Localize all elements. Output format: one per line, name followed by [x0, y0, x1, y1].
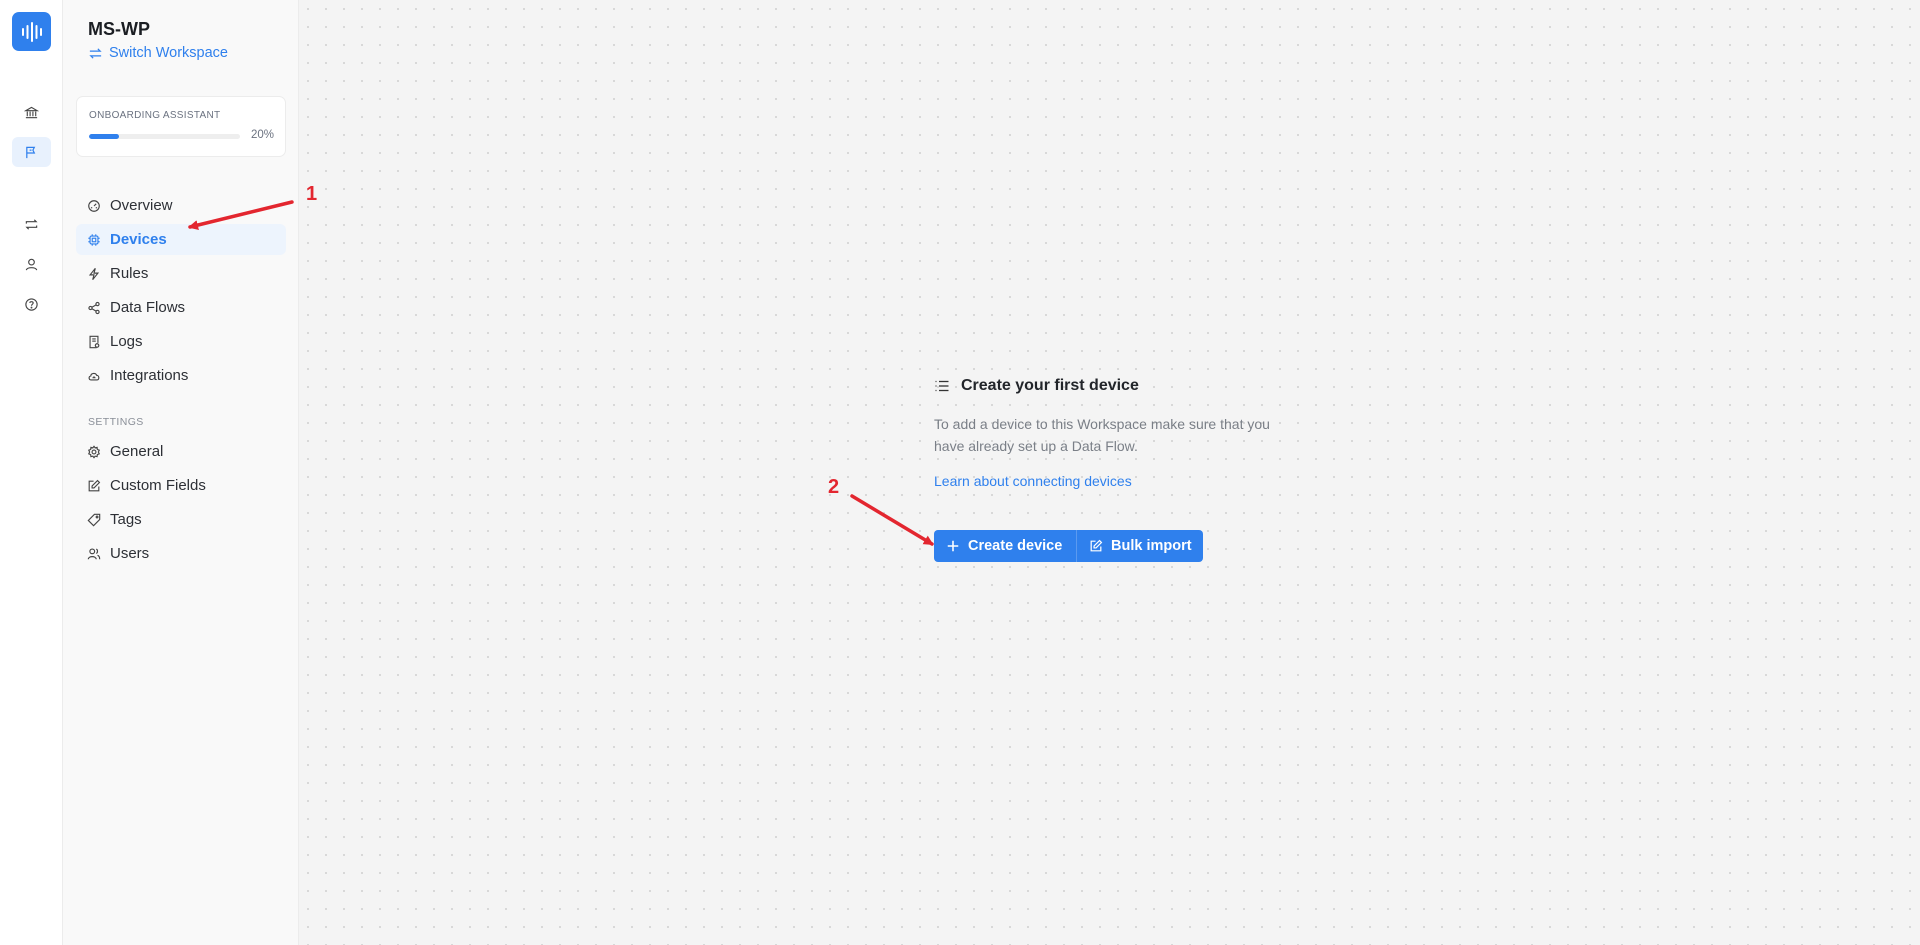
- nav-item-label: Logs: [110, 333, 143, 350]
- bulk-import-label: Bulk import: [1111, 538, 1192, 554]
- icon-rail: [0, 0, 63, 945]
- nav-item-label: Overview: [110, 197, 173, 214]
- app-logo[interactable]: [12, 12, 51, 51]
- user-icon: [25, 258, 38, 270]
- tag-icon: [87, 513, 101, 526]
- learn-connecting-devices-link[interactable]: Learn about connecting devices: [934, 473, 1132, 489]
- rail-help-button[interactable]: [12, 289, 51, 319]
- waveform-logo-icon: [21, 21, 42, 42]
- gear-icon: [87, 444, 101, 459]
- workspace-panel: MS-WP Switch Workspace ONBOARDING ASSIST…: [63, 0, 299, 945]
- switch-workspace-link[interactable]: Switch Workspace: [88, 45, 228, 61]
- annotation-number-1: 1: [306, 183, 318, 205]
- empty-state-description: To add a device to this Workspace make s…: [934, 416, 1270, 454]
- help-icon: [25, 297, 38, 311]
- onboarding-progress-label: 20%: [250, 129, 274, 141]
- onboarding-progress-fill: [89, 134, 120, 139]
- flag-icon: [26, 146, 36, 158]
- empty-state-title: Create your first device: [934, 377, 1314, 395]
- bolt-icon: [88, 267, 100, 280]
- nav-item-label: General: [110, 443, 164, 460]
- nav-item-label: Users: [110, 545, 150, 562]
- plus-icon: [947, 540, 959, 552]
- cloud-icon: [88, 372, 100, 381]
- nav-item-tags[interactable]: Tags: [76, 504, 286, 535]
- switch-workspace-label: Switch Workspace: [109, 45, 228, 61]
- onboarding-title: ONBOARDING ASSISTANT: [89, 110, 221, 121]
- nav-item-devices[interactable]: Devices: [76, 224, 286, 255]
- nav-item-label: Devices: [110, 231, 167, 248]
- create-button-group: Create device Bulk import: [934, 530, 1203, 562]
- chip-icon: [88, 233, 100, 246]
- bank-icon: [24, 106, 39, 118]
- nav-item-integrations[interactable]: Integrations: [76, 360, 286, 391]
- onboarding-assistant-card[interactable]: ONBOARDING ASSISTANT 20%: [76, 96, 286, 157]
- create-device-button[interactable]: Create device: [934, 530, 1076, 562]
- nav-item-general[interactable]: General: [76, 436, 286, 467]
- swap-icon: [89, 47, 102, 59]
- nav-item-custom-fields[interactable]: Custom Fields: [76, 470, 286, 501]
- log-icon: [89, 335, 100, 348]
- list-icon: [935, 380, 949, 392]
- settings-section-label: SETTINGS: [88, 416, 144, 428]
- repeat-icon: [25, 218, 38, 230]
- share-icon: [88, 301, 100, 314]
- nav-item-label: Rules: [110, 265, 149, 282]
- edit-icon: [88, 479, 101, 491]
- empty-state-title-text: Create your first device: [961, 377, 1139, 394]
- nav-item-rules[interactable]: Rules: [76, 258, 286, 289]
- nav-item-data-flows[interactable]: Data Flows: [76, 292, 286, 323]
- nav-item-logs[interactable]: Logs: [76, 326, 286, 357]
- nav-item-label: Tags: [110, 511, 142, 528]
- rail-account-button[interactable]: [12, 249, 51, 279]
- rail-transfer-button[interactable]: [12, 209, 51, 239]
- nav-item-overview[interactable]: Overview: [76, 190, 286, 221]
- nav-item-label: Custom Fields: [110, 477, 206, 494]
- create-device-label: Create device: [968, 538, 1063, 554]
- users-icon: [87, 547, 101, 559]
- nav-item-label: Data Flows: [110, 299, 186, 316]
- rail-home-button[interactable]: [12, 97, 51, 127]
- nav-item-users[interactable]: Users: [76, 538, 286, 569]
- onboarding-progress-bar: [89, 134, 240, 139]
- rail-workspace-button[interactable]: [12, 137, 51, 167]
- workspace-name: MS-WP: [88, 19, 150, 39]
- gauge-icon: [88, 199, 100, 212]
- bulk-import-button[interactable]: Bulk import: [1076, 530, 1203, 562]
- nav-item-label: Integrations: [110, 367, 189, 384]
- annotation-number-2: 2: [828, 476, 840, 498]
- empty-state: Create your first device To add a device…: [934, 377, 1314, 562]
- import-edit-icon: [1090, 539, 1103, 552]
